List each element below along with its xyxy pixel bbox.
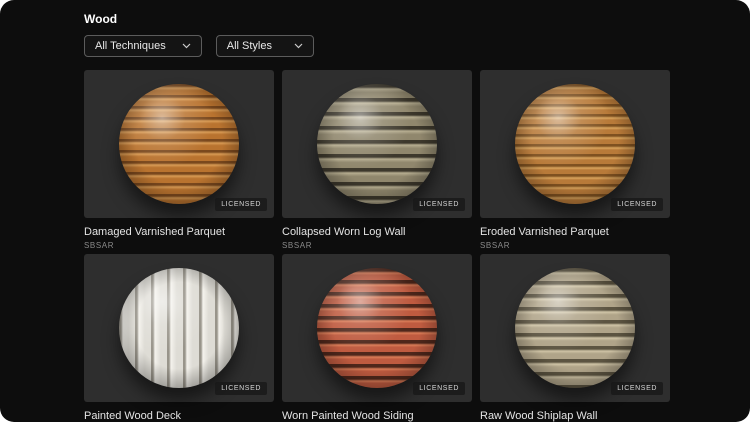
- material-format: SBSAR: [282, 241, 313, 251]
- licensed-badge: LICENSED: [611, 382, 663, 395]
- licensed-badge: LICENSED: [611, 198, 663, 211]
- chevron-down-icon: [294, 43, 303, 49]
- licensed-badge: LICENSED: [215, 382, 267, 395]
- material-title: Worn Painted Wood Siding: [282, 410, 414, 422]
- assets-panel: Wood All Techniques All Styles LICENSED: [0, 0, 750, 422]
- material-tile[interactable]: LICENSED: [282, 70, 472, 218]
- material-format: SBSAR: [84, 241, 115, 251]
- page-title: Wood: [84, 12, 118, 26]
- filter-bar: All Techniques All Styles: [84, 35, 670, 57]
- licensed-badge: LICENSED: [413, 198, 465, 211]
- material-sphere-preview: [317, 268, 437, 388]
- content-area: Wood All Techniques All Styles LICENSED: [84, 12, 670, 422]
- material-tile[interactable]: LICENSED: [84, 70, 274, 218]
- material-sphere-preview: [119, 268, 239, 388]
- licensed-badge: LICENSED: [413, 382, 465, 395]
- techniques-dropdown-label: All Techniques: [95, 40, 166, 52]
- material-title: Raw Wood Shiplap Wall: [480, 410, 598, 422]
- styles-dropdown-label: All Styles: [226, 40, 272, 52]
- material-card[interactable]: LICENSED Worn Painted Wood Siding SBSAR: [282, 254, 472, 422]
- styles-dropdown[interactable]: All Styles: [215, 35, 314, 57]
- material-card[interactable]: LICENSED Raw Wood Shiplap Wall SBSAR: [480, 254, 670, 422]
- licensed-badge: LICENSED: [215, 198, 267, 211]
- material-format: SBSAR: [480, 241, 511, 251]
- material-tile[interactable]: LICENSED: [282, 254, 472, 402]
- material-title: Eroded Varnished Parquet: [480, 226, 609, 238]
- material-tile[interactable]: LICENSED: [480, 70, 670, 218]
- material-sphere-preview: [515, 268, 635, 388]
- material-title: Damaged Varnished Parquet: [84, 226, 226, 238]
- material-card[interactable]: LICENSED Eroded Varnished Parquet SBSAR: [480, 70, 670, 254]
- material-tile[interactable]: LICENSED: [84, 254, 274, 402]
- material-sphere-preview: [119, 84, 239, 204]
- material-card[interactable]: LICENSED Painted Wood Deck SBSAR: [84, 254, 274, 422]
- material-title: Collapsed Worn Log Wall: [282, 226, 406, 238]
- material-tile[interactable]: LICENSED: [480, 254, 670, 402]
- material-sphere-preview: [317, 84, 437, 204]
- chevron-down-icon: [182, 43, 191, 49]
- materials-grid: LICENSED Damaged Varnished Parquet SBSAR…: [84, 70, 670, 422]
- material-card[interactable]: LICENSED Damaged Varnished Parquet SBSAR: [84, 70, 274, 254]
- material-title: Painted Wood Deck: [84, 410, 182, 422]
- material-sphere-preview: [515, 84, 635, 204]
- material-card[interactable]: LICENSED Collapsed Worn Log Wall SBSAR: [282, 70, 472, 254]
- techniques-dropdown[interactable]: All Techniques: [84, 35, 202, 57]
